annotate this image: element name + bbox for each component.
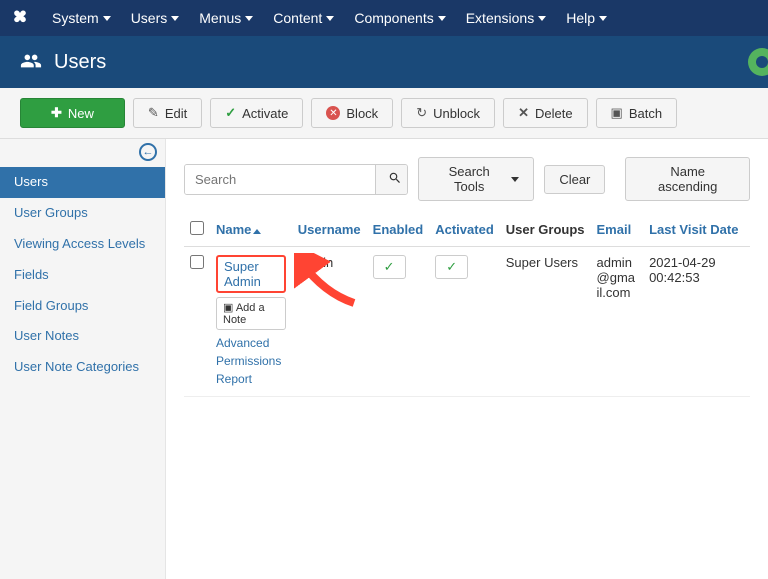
users-table: Name Username Enabled Activated User Gro… [184, 213, 750, 397]
menu-help[interactable]: Help [556, 2, 617, 34]
sidebar-item-user-notes[interactable]: User Notes [0, 321, 165, 352]
activate-button[interactable]: ✓ Activate [210, 98, 303, 128]
enabled-badge[interactable]: ✓ [373, 255, 406, 279]
sidebar-item-usergroups[interactable]: User Groups [0, 198, 165, 229]
sidebar-item-users[interactable]: Users [0, 167, 165, 198]
search-box [184, 164, 408, 195]
check-icon: ✓ [225, 105, 236, 121]
cell-usergroups: Super Users [500, 247, 591, 397]
toolbar: ✚ New ✎ Edit ✓ Activate ✕ Block ↻ Unbloc… [0, 88, 768, 139]
arrow-left-icon: ← [143, 146, 154, 158]
menu-system[interactable]: System [42, 2, 121, 34]
batch-button[interactable]: ▣ Batch [596, 98, 678, 128]
unblock-button[interactable]: ↻ Unblock [401, 98, 495, 128]
permissions-link[interactable]: Permissions [216, 352, 286, 370]
sidebar-item-field-groups[interactable]: Field Groups [0, 291, 165, 322]
pencil-icon: ✎ [148, 105, 159, 121]
cancel-icon: ✕ [326, 106, 340, 120]
row-checkbox[interactable] [190, 255, 204, 269]
caret-down-icon [103, 16, 111, 21]
caret-down-icon [326, 16, 334, 21]
joomla-flower-icon [732, 36, 768, 91]
col-usergroups: User Groups [500, 213, 591, 247]
col-activated[interactable]: Activated [429, 213, 500, 247]
col-name[interactable]: Name [210, 213, 292, 247]
caret-down-icon [245, 16, 253, 21]
col-enabled[interactable]: Enabled [367, 213, 430, 247]
redo-icon: ↻ [416, 105, 427, 121]
edit-button[interactable]: ✎ Edit [133, 98, 202, 128]
plus-icon: ✚ [51, 105, 62, 121]
table-row: Super Admin ▣ Add a Note Advanced Permis… [184, 247, 750, 397]
advanced-link[interactable]: Advanced [216, 334, 286, 352]
cell-lastvisit: 2021-04-29 00:42:53 [643, 247, 750, 397]
col-email[interactable]: Email [591, 213, 644, 247]
sidebar-item-viewing-access-levels[interactable]: Viewing Access Levels [0, 229, 165, 260]
annotation-arrow [294, 253, 364, 313]
joomla-logo-icon [10, 8, 30, 28]
menu-users[interactable]: Users [121, 2, 190, 34]
col-username[interactable]: Username [292, 213, 367, 247]
sidebar-item-user-note-categories[interactable]: User Note Categories [0, 352, 165, 383]
search-icon [388, 171, 402, 185]
activated-badge[interactable]: ✓ [435, 255, 468, 279]
x-icon: ✕ [518, 105, 529, 121]
check-all[interactable] [190, 221, 204, 235]
caret-down-icon [538, 16, 546, 21]
menu-components[interactable]: Components [344, 2, 455, 34]
search-tools-button[interactable]: Search Tools [418, 157, 534, 201]
top-menu: System Users Menus Content Components Ex… [42, 2, 617, 34]
caret-down-icon [171, 16, 179, 21]
caret-down-icon [438, 16, 446, 21]
batch-icon: ▣ [611, 105, 623, 121]
sidebar: ← Users User Groups Viewing Access Level… [0, 139, 166, 579]
new-button[interactable]: ✚ New [20, 98, 125, 128]
report-link[interactable]: Report [216, 370, 286, 388]
delete-button[interactable]: ✕ Delete [503, 98, 587, 128]
user-name-link[interactable]: Super Admin [216, 255, 286, 293]
add-note-button[interactable]: ▣ Add a Note [216, 297, 286, 330]
collapse-sidebar-button[interactable]: ← [139, 143, 157, 161]
caret-down-icon [599, 16, 607, 21]
menu-menus[interactable]: Menus [189, 2, 263, 34]
page-title: Users [54, 51, 106, 74]
block-button[interactable]: ✕ Block [311, 98, 393, 128]
cell-email: admin@gmail.com [591, 247, 644, 397]
sort-asc-icon [253, 229, 261, 234]
menu-content[interactable]: Content [263, 2, 344, 34]
search-button[interactable] [375, 165, 408, 194]
menu-extensions[interactable]: Extensions [456, 2, 556, 34]
clear-button[interactable]: Clear [544, 165, 605, 194]
filter-bar: Search Tools Clear Name ascending [184, 157, 750, 201]
ordering-select[interactable]: Name ascending [625, 157, 750, 201]
caret-down-icon [511, 177, 519, 182]
sidebar-item-fields[interactable]: Fields [0, 260, 165, 291]
search-input[interactable] [185, 165, 375, 194]
users-icon [20, 50, 42, 75]
page-header: Users [0, 36, 768, 88]
col-lastvisit[interactable]: Last Visit Date [643, 213, 750, 247]
content-area: Search Tools Clear Name ascending Name U… [166, 139, 768, 579]
top-menubar: System Users Menus Content Components Ex… [0, 0, 768, 36]
